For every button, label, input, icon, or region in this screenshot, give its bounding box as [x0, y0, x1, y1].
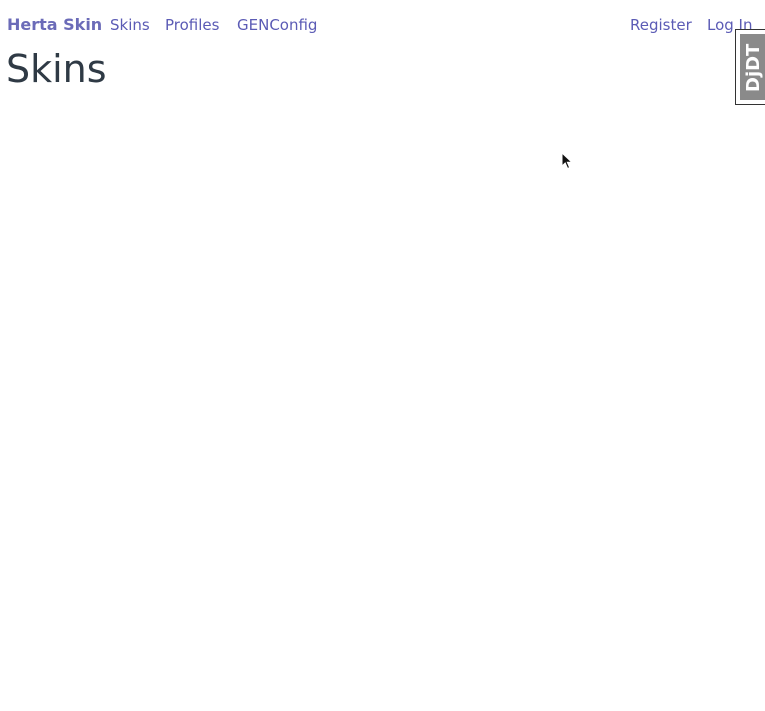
register-link[interactable]: Register [630, 15, 692, 35]
page-title: Skins [6, 47, 107, 91]
brand-link[interactable]: Herta Skin [7, 15, 102, 35]
page: Herta Skin Skins Profiles GENConfig Regi… [0, 0, 765, 711]
mouse-cursor-icon [561, 152, 574, 170]
debug-toolbar-logo: DjDT [740, 34, 765, 100]
nav-link-genconfig[interactable]: GENConfig [237, 15, 317, 35]
nav-link-profiles[interactable]: Profiles [165, 15, 219, 35]
top-navbar: Herta Skin Skins Profiles GENConfig Regi… [0, 0, 765, 50]
nav-link-skins[interactable]: Skins [110, 15, 150, 35]
debug-toolbar-handle[interactable]: DjDT [735, 29, 765, 105]
debug-toolbar-label: DjDT [743, 43, 764, 93]
